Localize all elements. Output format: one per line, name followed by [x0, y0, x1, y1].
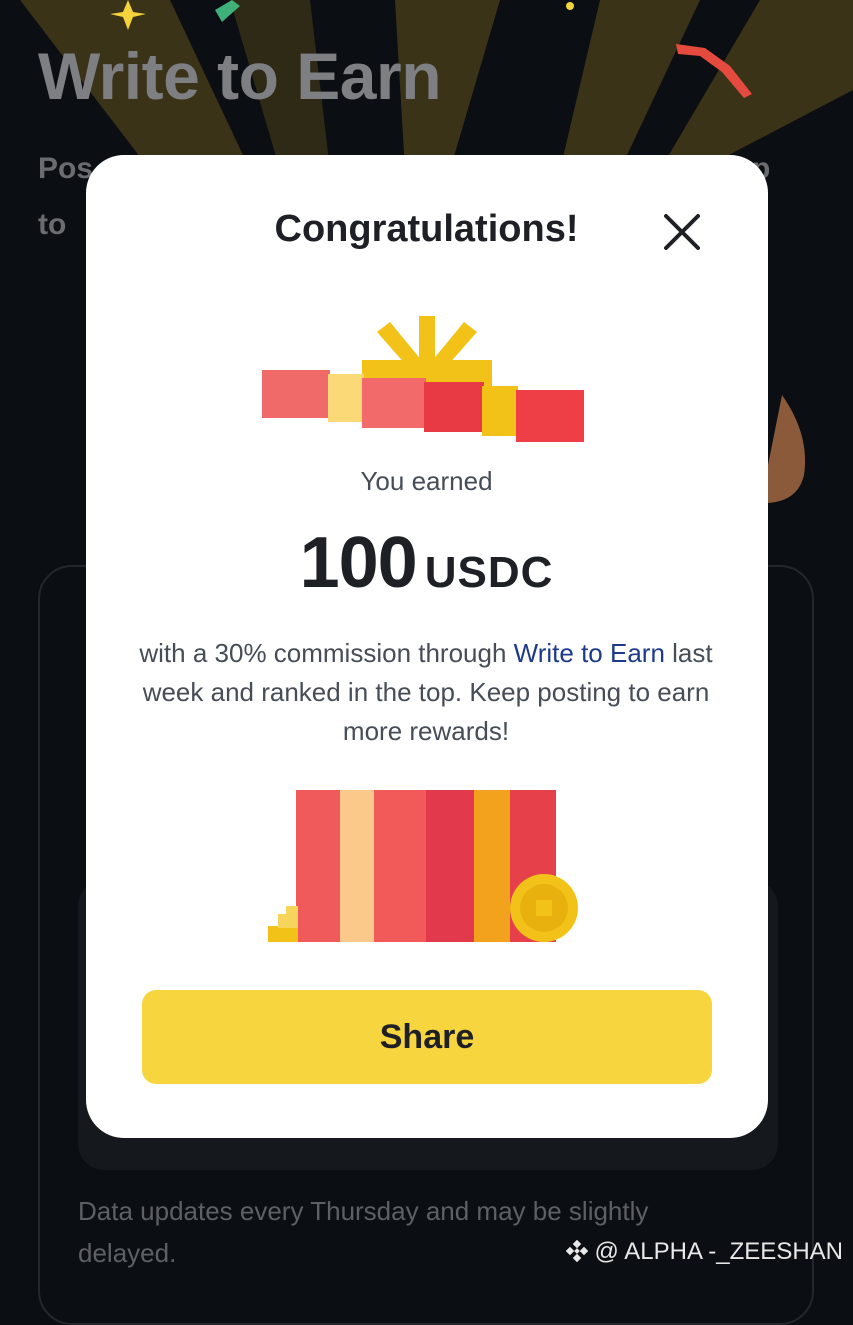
background-page-title: Write to Earn: [38, 39, 442, 113]
gift-lid-illustration: [262, 316, 584, 442]
reward-amount: 100 USDC: [0, 522, 853, 604]
watermark: @ ALPHA -_ZEESHAN: [565, 1238, 843, 1266]
write-to-earn-link[interactable]: Write to Earn: [514, 638, 665, 668]
binance-logo-icon: [565, 1239, 589, 1263]
coin-icon: [510, 874, 578, 942]
share-button[interactable]: Share: [142, 990, 712, 1084]
reward-description: with a 30% commission through Write to E…: [130, 634, 722, 751]
close-icon[interactable]: [660, 210, 704, 254]
earned-label: You earned: [360, 466, 493, 496]
amount-unit: USDC: [424, 548, 554, 597]
amount-value: 100: [299, 523, 418, 603]
modal-title: Congratulations!: [274, 208, 579, 250]
description-text: with a 30% commission through: [139, 638, 514, 668]
gift-box-illustration: [268, 790, 578, 942]
background-subtitle-fragment: Pos: [38, 152, 94, 185]
watermark-text: @ ALPHA -_ZEESHAN: [594, 1238, 843, 1265]
